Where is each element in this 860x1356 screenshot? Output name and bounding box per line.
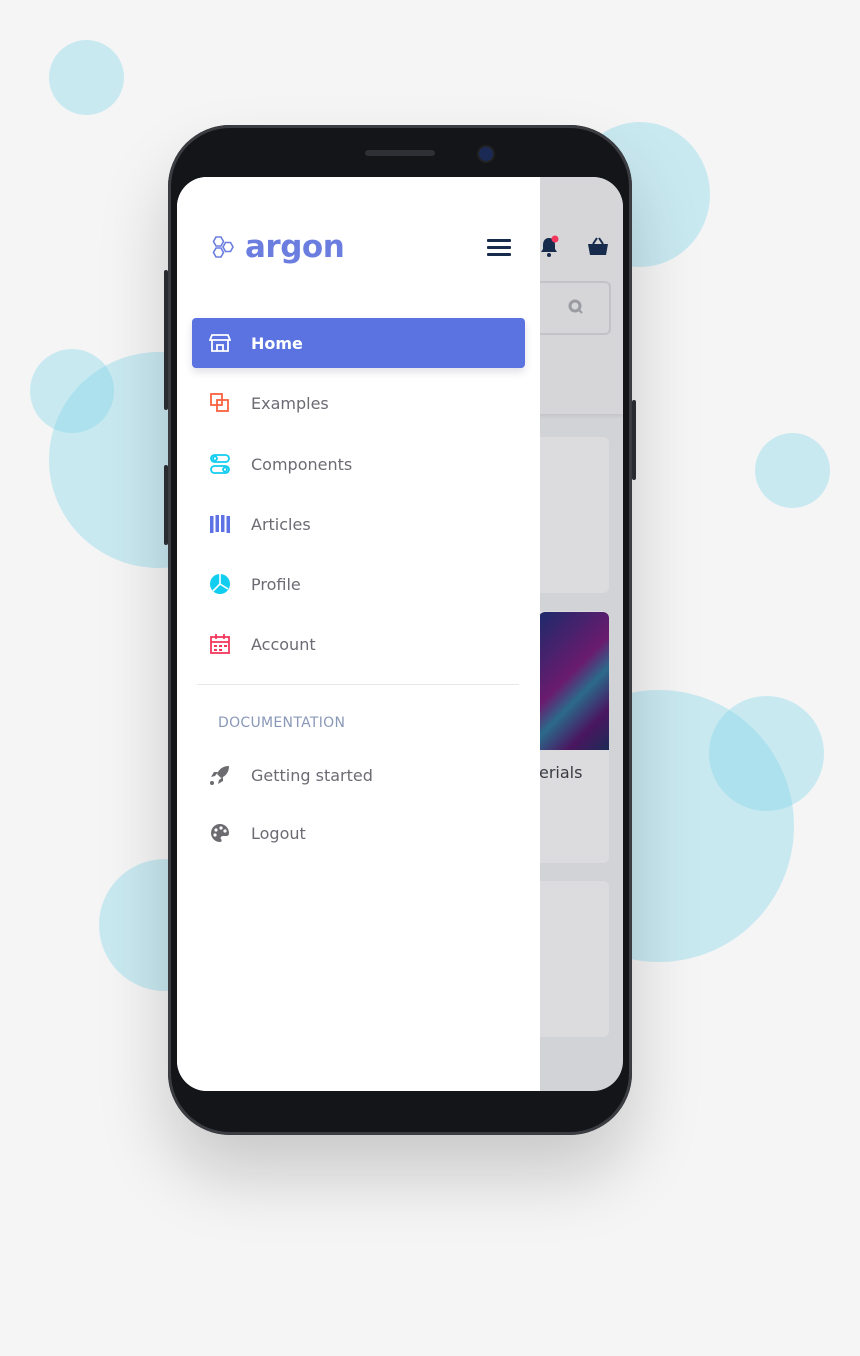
nav-label: Profile	[251, 574, 301, 594]
toggles-icon	[207, 451, 233, 477]
palette-icon	[207, 820, 233, 846]
decor-bubble	[49, 40, 124, 115]
logo[interactable]: argon	[211, 229, 345, 265]
nav-item-getting-started[interactable]: Getting started	[192, 750, 525, 800]
decor-bubble	[30, 349, 114, 433]
phone-speaker	[365, 150, 435, 156]
basket-icon[interactable]	[586, 235, 610, 259]
nav-item-home[interactable]: Home	[192, 318, 525, 368]
card-title: erials	[539, 763, 583, 782]
nav-label: Components	[251, 454, 353, 474]
hexagons-logo-icon	[212, 236, 234, 258]
nav-label: Logout	[251, 823, 306, 843]
calendar-icon	[207, 631, 233, 657]
nav-label: Account	[251, 634, 316, 654]
nav-item-profile[interactable]: Profile	[192, 559, 525, 609]
nav-label: Articles	[251, 514, 311, 534]
columns-icon	[207, 511, 233, 537]
squares-icon	[207, 390, 233, 416]
nav-item-components[interactable]: Components	[192, 439, 525, 489]
nav-label: Examples	[251, 393, 329, 413]
pie-chart-icon	[207, 571, 233, 597]
phone-side-button	[164, 465, 168, 545]
nav-item-examples[interactable]: Examples	[192, 378, 525, 428]
section-label: DOCUMENTATION	[218, 715, 346, 731]
nav-item-logout[interactable]: Logout	[192, 808, 525, 858]
phone-side-button	[632, 400, 636, 480]
divider	[197, 684, 519, 685]
nav-label: Getting started	[251, 765, 373, 785]
search-icon	[568, 299, 583, 314]
nav-label: Home	[251, 333, 303, 353]
side-drawer: argon Home Examples Components Articles …	[177, 177, 540, 1091]
shop-icon	[207, 330, 233, 356]
rocket-icon	[207, 762, 233, 788]
hamburger-menu-icon[interactable]	[487, 239, 511, 257]
nav-item-account[interactable]: Account	[192, 619, 525, 669]
phone-side-button	[164, 270, 168, 410]
decor-bubble	[709, 696, 824, 811]
phone-camera	[479, 147, 493, 161]
decor-bubble	[755, 433, 830, 508]
bell-icon[interactable]	[537, 235, 561, 259]
card-image	[539, 612, 609, 750]
phone-screen: erials argon Home Examples Components Ar…	[177, 177, 623, 1091]
nav-item-articles[interactable]: Articles	[192, 499, 525, 549]
logo-text: argon	[245, 229, 345, 265]
